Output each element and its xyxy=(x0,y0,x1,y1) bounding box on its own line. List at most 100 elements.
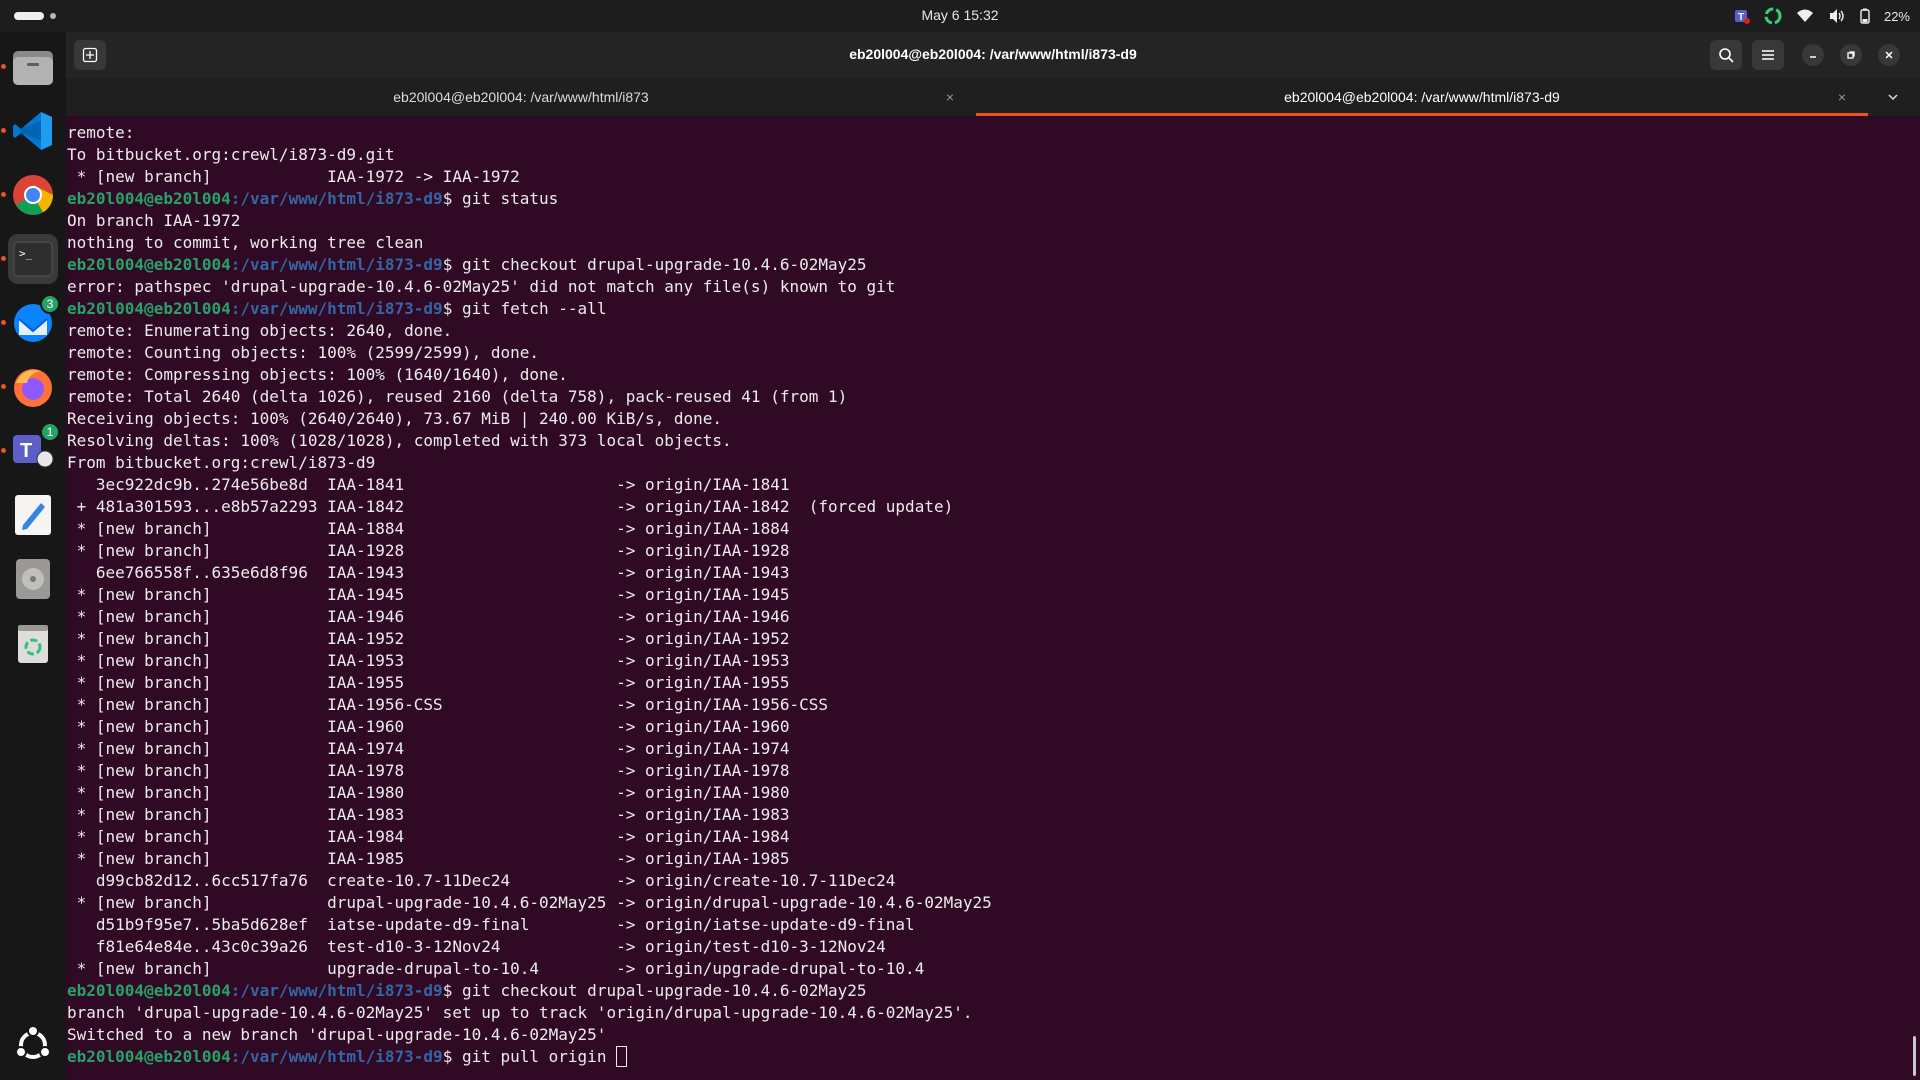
tab-close-icon[interactable]: × xyxy=(1838,89,1846,105)
tab-i873[interactable]: eb20l004@eb20l004: /var/www/html/i873 × xyxy=(66,78,976,116)
restore-icon xyxy=(1847,51,1855,59)
prompt-symbol: $ xyxy=(442,255,462,274)
volume-icon[interactable] xyxy=(1828,8,1846,24)
dock-chrome[interactable] xyxy=(1,170,58,220)
command-text: git checkout drupal-upgrade-10.4.6-02May… xyxy=(461,981,867,1000)
output-line: * [new branch] IAA-1985 -> origin/IAA-19… xyxy=(67,849,790,868)
prompt-line: eb20l004@eb20l004:/var/www/html/i873-d9$… xyxy=(66,1046,1906,1068)
dock-firefox[interactable] xyxy=(1,362,58,412)
svg-text:T: T xyxy=(1738,12,1744,23)
close-window-button[interactable] xyxy=(1878,44,1900,66)
wifi-icon[interactable] xyxy=(1796,8,1814,24)
dock-terminal[interactable]: >_ xyxy=(1,234,58,284)
files-icon xyxy=(13,51,53,85)
hamburger-menu-icon xyxy=(1762,50,1774,60)
battery-icon[interactable] xyxy=(1860,8,1870,24)
prompt-user: eb20l004@eb20l004 xyxy=(67,189,231,208)
tab-close-icon[interactable]: × xyxy=(946,89,954,105)
notification-badge: 1 xyxy=(40,422,60,442)
dock-files[interactable] xyxy=(1,42,58,92)
header-bar: eb20l004@eb20l004: /var/www/html/i873-d9 xyxy=(66,32,1920,78)
tab-i873-d9[interactable]: eb20l004@eb20l004: /var/www/html/i873-d9… xyxy=(976,78,1868,116)
menu-button[interactable] xyxy=(1752,40,1784,70)
output-line: Switched to a new branch 'drupal-upgrade… xyxy=(67,1025,607,1044)
teams-tray-icon[interactable]: T xyxy=(1734,8,1750,24)
dock-disk[interactable] xyxy=(8,554,58,604)
command-text: git pull origin xyxy=(461,1047,617,1066)
prompt-line: eb20l004@eb20l004:/var/www/html/i873-d9$… xyxy=(66,254,1906,276)
output-line: * [new branch] IAA-1983 -> origin/IAA-19… xyxy=(67,805,790,824)
minimize-button[interactable] xyxy=(1802,44,1824,66)
prompt-line: eb20l004@eb20l004:/var/www/html/i873-d9$… xyxy=(66,298,1906,320)
prompt-path: :/var/www/html/i873-d9 xyxy=(230,299,443,318)
output-line: remote: Compressing objects: 100% (1640/… xyxy=(67,365,568,384)
prompt-symbol: $ xyxy=(442,189,462,208)
output-line: * [new branch] IAA-1974 -> origin/IAA-19… xyxy=(67,739,790,758)
output-line: f81e64e84e..43c0c39a26 test-d10-3-12Nov2… xyxy=(67,937,886,956)
prompt-user: eb20l004@eb20l004 xyxy=(67,981,231,1000)
output-line: branch 'drupal-upgrade-10.4.6-02May25' s… xyxy=(67,1003,973,1022)
search-icon xyxy=(1719,48,1734,63)
output-line: On branch IAA-1972 xyxy=(67,211,241,230)
output-line: * [new branch] IAA-1984 -> origin/IAA-19… xyxy=(67,827,790,846)
running-indicator xyxy=(1,192,6,197)
command-text: git fetch --all xyxy=(461,299,607,318)
output-line: remote: xyxy=(67,123,135,142)
dock-trash[interactable] xyxy=(8,618,58,668)
output-line: From bitbucket.org:crewl/i873-d9 xyxy=(67,453,376,472)
output-line: * [new branch] IAA-1953 -> origin/IAA-19… xyxy=(67,651,790,670)
output-line: 3ec922dc9b..274e56be8d IAA-1841 -> origi… xyxy=(67,475,790,494)
notification-badge: 3 xyxy=(40,294,60,314)
dock-text-editor[interactable] xyxy=(8,490,58,540)
prompt-line: eb20l004@eb20l004:/var/www/html/i873-d9$… xyxy=(66,188,1906,210)
running-indicator xyxy=(1,256,6,261)
output-line: d51b9f95e7..5ba5d628ef iatse-update-d9-f… xyxy=(67,915,915,934)
dock-vscode[interactable] xyxy=(1,106,58,156)
dock-thunderbird[interactable]: 3 xyxy=(1,294,60,348)
show-apps-button[interactable] xyxy=(8,1020,58,1070)
minimize-icon xyxy=(1810,56,1816,58)
clock[interactable]: May 6 15:32 xyxy=(0,7,1920,23)
dock-teams[interactable]: T 1 xyxy=(1,422,60,476)
tab-label: eb20l004@eb20l004: /var/www/html/i873-d9 xyxy=(1284,89,1560,105)
prompt-path: :/var/www/html/i873-d9 xyxy=(230,981,443,1000)
top-bar: May 6 15:32 T 22% xyxy=(0,0,1920,32)
tab-overflow-button[interactable] xyxy=(1886,90,1900,107)
output-line: * [new branch] IAA-1955 -> origin/IAA-19… xyxy=(67,673,790,692)
terminal-window: eb20l004@eb20l004: /var/www/html/i873-d9… xyxy=(66,32,1920,1080)
output-line: nothing to commit, working tree clean xyxy=(67,233,424,252)
command-text: git checkout drupal-upgrade-10.4.6-02May… xyxy=(461,255,867,274)
output-line: + 481a301593...e8b57a2293 IAA-1842 -> or… xyxy=(67,497,954,516)
dock: >_ 3 T 1 xyxy=(0,32,66,1080)
ubuntu-logo-icon xyxy=(15,1025,51,1059)
prompt-user: eb20l004@eb20l004 xyxy=(67,1047,231,1066)
output-line: * [new branch] drupal-upgrade-10.4.6-02M… xyxy=(67,893,992,912)
running-indicator xyxy=(1,448,6,453)
system-tray[interactable]: T 22% xyxy=(1734,6,1910,26)
output-line: Resolving deltas: 100% (1028/1028), comp… xyxy=(67,431,732,450)
output-line: remote: Counting objects: 100% (2599/259… xyxy=(67,343,540,362)
prompt-user: eb20l004@eb20l004 xyxy=(67,299,231,318)
tab-label: eb20l004@eb20l004: /var/www/html/i873 xyxy=(393,89,649,105)
search-button[interactable] xyxy=(1710,40,1742,70)
output-line: remote: Total 2640 (delta 1026), reused … xyxy=(67,387,848,406)
output-line: * [new branch] IAA-1980 -> origin/IAA-19… xyxy=(67,783,790,802)
output-line: * [new branch] IAA-1978 -> origin/IAA-19… xyxy=(67,761,790,780)
battery-percent: 22% xyxy=(1883,8,1910,24)
maximize-button[interactable] xyxy=(1840,44,1862,66)
command-text: git status xyxy=(461,189,559,208)
output-line: remote: Enumerating objects: 2640, done. xyxy=(67,321,453,340)
prompt-symbol: $ xyxy=(442,299,462,318)
output-line: Receiving objects: 100% (2640/2640), 73.… xyxy=(67,409,723,428)
output-line: * [new branch] IAA-1956-CSS -> origin/IA… xyxy=(67,695,828,714)
recycle-tray-icon[interactable] xyxy=(1764,7,1782,25)
window-title: eb20l004@eb20l004: /var/www/html/i873-d9 xyxy=(849,46,1137,62)
scrollbar[interactable] xyxy=(1913,1036,1916,1076)
running-indicator xyxy=(1,64,6,69)
text-cursor xyxy=(616,1046,628,1067)
close-icon xyxy=(1885,51,1893,59)
running-indicator xyxy=(1,128,6,133)
running-indicator xyxy=(1,320,6,325)
terminal-output[interactable]: remote: To bitbucket.org:crewl/i873-d9.gi… xyxy=(66,122,1906,1080)
output-line: * [new branch] IAA-1972 -> IAA-1972 xyxy=(67,167,520,186)
